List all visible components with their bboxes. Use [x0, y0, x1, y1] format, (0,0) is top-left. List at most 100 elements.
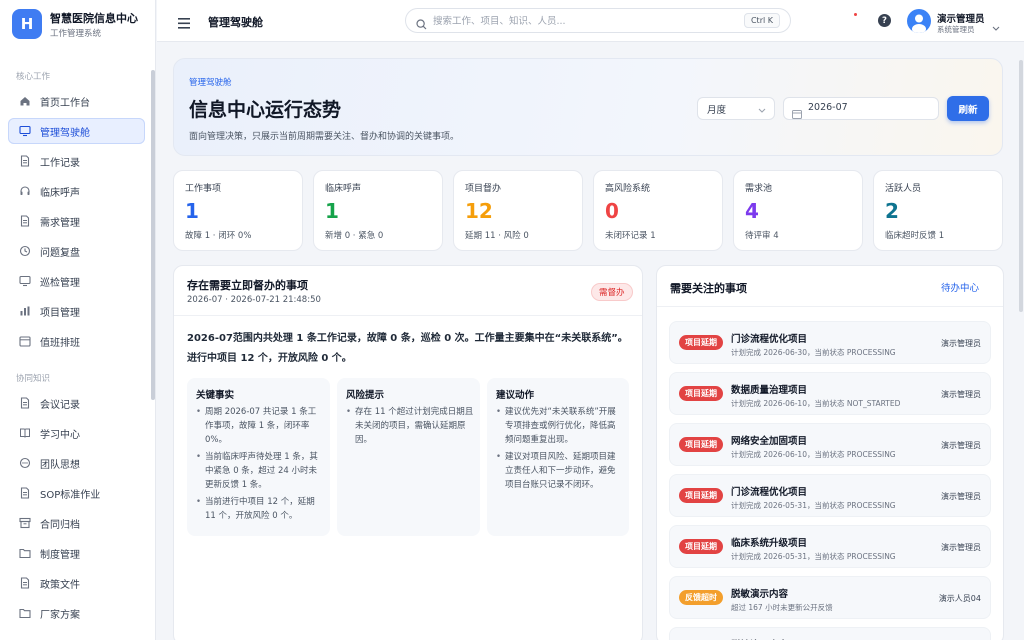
refresh-button[interactable]: 刷新	[947, 96, 989, 121]
status-badge: 项目延期	[679, 335, 723, 350]
document-icon	[18, 576, 32, 590]
column-title: 风险提示	[346, 390, 385, 401]
page-scrollbar[interactable]	[1019, 60, 1023, 312]
item-owner: 演示管理员	[941, 390, 981, 399]
sidebar-item-label: 厂家方案	[40, 609, 80, 621]
topbar: 管理驾驶舱 Ctrl K ? 演示管理员 系统管理员	[157, 0, 1024, 42]
sidebar-item[interactable]: 厂家方案	[8, 600, 145, 626]
sidebar-item[interactable]: 巡检管理	[8, 268, 145, 294]
key-facts-column: 关键事实周期 2026-07 共记录 1 条工作事项，故障 1 条，闭环率 0%…	[187, 378, 330, 536]
sidebar: H 智慧医院信息中心 工作管理系统 核心工作 首页工作台 管理驾驶舱 工作记录 临床呼声…	[0, 0, 156, 640]
monitor-icon	[18, 274, 32, 288]
stat-card[interactable]: 高风险系统 0 未闭环记录 1	[593, 170, 723, 251]
status-badge: 项目延期	[679, 488, 723, 503]
stat-value: 2	[885, 199, 899, 223]
sidebar-item[interactable]: 学习中心	[8, 420, 145, 446]
sidebar-item[interactable]: 需求管理	[8, 208, 145, 234]
sidebar-item[interactable]: 问题复盘	[8, 238, 145, 264]
stat-label: 项目督办	[465, 184, 502, 194]
todo-center-link[interactable]: 待办中心	[941, 280, 979, 294]
stat-card[interactable]: 工作事项 1 故障 1 · 闭环 0%	[173, 170, 303, 251]
hero-description: 面向管理决策，只展示当前周期需要关注、督办和协调的关键事项。	[189, 132, 460, 142]
item-owner: 演示管理员	[941, 441, 981, 450]
sidebar-item[interactable]: 管理驾驶舱	[8, 118, 145, 144]
list-item: 当前进行中项目 12 个，延期 11 个，开放风险 0 个。	[196, 495, 324, 523]
hero-tag: 管理驾驶舱	[189, 78, 232, 88]
stat-note: 临床超时反馈 1	[885, 231, 945, 241]
headset-icon	[18, 184, 32, 198]
date-input[interactable]	[808, 102, 928, 113]
chevron-down-icon[interactable]	[992, 16, 1000, 35]
list-item[interactable]: 项目延期 网络安全加固项目 计划完成 2026-06-10，当前状态 PROCESS…	[669, 423, 991, 466]
menu-icon[interactable]	[178, 14, 190, 33]
item-subtitle: 计划完成 2026-05-31，当前状态 PROCESSING	[731, 552, 896, 561]
sidebar-item[interactable]: 合同归档	[8, 510, 145, 536]
user-name[interactable]: 演示管理员	[937, 11, 985, 25]
list-item: 存在 11 个超过计划完成日期且未关闭的项目，需确认延期原因。	[346, 405, 474, 447]
list-item[interactable]: 项目延期 门诊流程优化项目 计划完成 2026-06-30，当前状态 PROCESS…	[669, 321, 991, 364]
column-title: 建议动作	[496, 390, 535, 401]
period-select[interactable]: 月度	[697, 97, 775, 120]
search-shortcut: Ctrl K	[743, 13, 780, 28]
list-item[interactable]: 项目延期 门诊流程优化项目 计划完成 2026-05-31，当前状态 PROCESS…	[669, 474, 991, 517]
sidebar-nav: 核心工作 首页工作台 管理驾驶舱 工作记录 临床呼声 需求管理 问题复盘 巡检管理 项目管理 值班…	[0, 70, 155, 626]
status-badge: 反馈超时	[679, 590, 723, 605]
sidebar-item[interactable]: 项目管理	[8, 298, 145, 324]
list-item[interactable]: 脱敏演示内容	[669, 627, 991, 640]
sidebar-item-label: SOP标准作业	[40, 489, 101, 501]
sidebar-item[interactable]: 会议记录	[8, 390, 145, 416]
sidebar-item[interactable]: 团队思想	[8, 450, 145, 476]
item-title: 门诊流程优化项目	[731, 487, 808, 498]
stat-label: 工作事项	[185, 184, 222, 194]
item-title: 网络安全加固项目	[731, 436, 808, 447]
status-badge: 需督办	[591, 283, 633, 301]
bullet-list: 建议优先对“未关联系统”开展专项排查或例行优化，降低高频问题重复出现。建议对项目…	[496, 405, 623, 495]
stat-card[interactable]: 活跃人员 2 临床超时反馈 1	[873, 170, 1003, 251]
sidebar-item-label: 巡检管理	[40, 277, 80, 289]
sidebar-item[interactable]: 首页工作台	[8, 88, 145, 114]
stat-value: 1	[185, 199, 199, 223]
brand-logo: H	[12, 9, 42, 39]
hero-banner: 管理驾驶舱 信息中心运行态势 面向管理决策，只展示当前周期需要关注、督办和协调的…	[173, 58, 1003, 156]
item-owner: 演示管理员	[941, 492, 981, 501]
folder-icon	[18, 546, 32, 560]
stat-card[interactable]: 项目督办 12 延期 11 · 风险 0	[453, 170, 583, 251]
nav-group-label: 协同知识	[16, 374, 51, 384]
sidebar-item[interactable]: 工作记录	[8, 148, 145, 174]
search-box[interactable]: Ctrl K	[405, 8, 791, 33]
list-item[interactable]: 反馈超时 脱敏演示内容 超过 167 小时未更新公开反馈 演示人员04	[669, 576, 991, 619]
supervise-panel: 存在需要立即督办的事项 2026-07 · 2026-07-21 21:48:5…	[173, 265, 643, 640]
stat-value: 1	[325, 199, 339, 223]
archive-icon	[18, 516, 32, 530]
sidebar-scrollbar[interactable]	[151, 70, 155, 400]
search-input[interactable]	[433, 13, 703, 29]
stat-label: 临床呼声	[325, 184, 362, 194]
brand[interactable]: H 智慧医院信息中心 工作管理系统	[0, 0, 155, 48]
sidebar-item-label: 政策文件	[40, 579, 80, 591]
divider	[174, 315, 642, 316]
help-icon[interactable]: ?	[878, 14, 891, 27]
list-item[interactable]: 项目延期 数据质量治理项目 计划完成 2026-06-10，当前状态 NOT_STA…	[669, 372, 991, 415]
sidebar-item-label: 学习中心	[40, 429, 80, 441]
stat-value: 12	[465, 199, 493, 223]
sidebar-item-label: 值班排班	[40, 337, 80, 349]
sidebar-item[interactable]: 政策文件	[8, 570, 145, 596]
date-field[interactable]	[783, 97, 939, 120]
sidebar-item[interactable]: SOP标准作业	[8, 480, 145, 506]
attention-panel: 需要关注的事项 待办中心 项目延期 门诊流程优化项目 计划完成 2026-06-30…	[656, 265, 1004, 640]
stat-card[interactable]: 需求池 4 待评审 4	[733, 170, 863, 251]
item-owner: 演示人员04	[938, 594, 981, 603]
sidebar-item[interactable]: 临床呼声	[8, 178, 145, 204]
sidebar-item-label: 管理驾驶舱	[40, 127, 90, 139]
list-item[interactable]: 项目延期 临床系统升级项目计划完成 2026-05-31，当前状态 PROCESS…	[669, 525, 991, 568]
avatar[interactable]	[907, 9, 931, 33]
item-title: 临床系统升级项目	[731, 538, 808, 549]
notification-dot-icon[interactable]	[854, 13, 857, 16]
item-subtitle: 计划完成 2026-06-10，当前状态 PROCESSING	[731, 450, 896, 459]
sidebar-item[interactable]: 值班排班	[8, 328, 145, 354]
item-subtitle: 计划完成 2026-06-30，当前状态 PROCESSING	[731, 348, 896, 357]
status-badge: 项目延期	[679, 539, 723, 554]
clock-icon	[18, 244, 32, 258]
stat-card[interactable]: 临床呼声 1 新增 0 · 紧急 0	[313, 170, 443, 251]
sidebar-item[interactable]: 制度管理	[8, 540, 145, 566]
